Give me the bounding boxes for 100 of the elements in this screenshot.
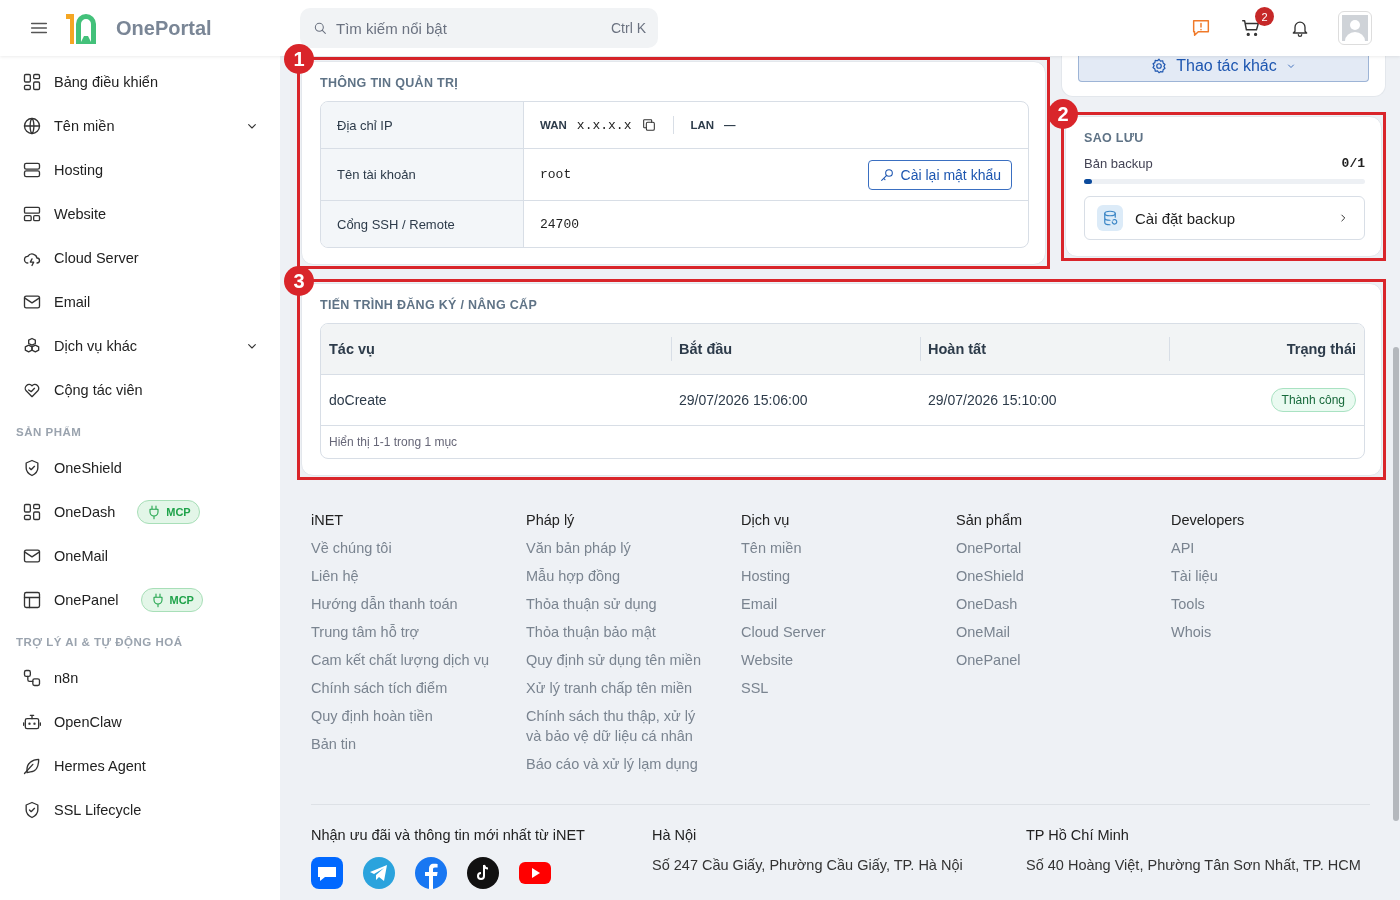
footer-link[interactable]: Thỏa thuận bảo mật [526, 622, 711, 642]
footer-link[interactable]: Hướng dẫn thanh toán [311, 594, 496, 614]
table-cell: 29/07/2026 15:10:00 [920, 374, 1169, 425]
column-header: Trạng thái [1169, 324, 1364, 374]
footer-link[interactable]: OnePanel [956, 650, 1141, 670]
sidebar-item[interactable]: Bảng điều khiển [0, 60, 280, 104]
footer-link[interactable]: Website [741, 650, 926, 670]
wan-address: x.x.x.x [576, 117, 632, 133]
office-address: Số 40 Hoàng Việt, Phường Tân Sơn Nhất, TP. HCM [1026, 857, 1362, 873]
sidebar-item-label: Cloud Server [54, 250, 139, 266]
backup-setup-button[interactable]: Cài đặt backup [1084, 196, 1365, 240]
footer-heading: Sản phẩm [956, 512, 1024, 528]
card-title: SAO LƯU [1084, 131, 1145, 145]
backup-count: 0/1 [1341, 156, 1365, 171]
sidebar-section-heading: TRỢ LÝ AI & TỰ ĐỘNG HOÁ [15, 635, 184, 651]
footer-link[interactable]: Thỏa thuận sử dụng [526, 594, 711, 614]
sidebar-item-label: Tên miền [54, 118, 115, 134]
footer-link[interactable]: SSL [741, 678, 926, 698]
sidebar-item[interactable]: Cloud Server [0, 236, 280, 280]
sidebar-item[interactable]: OneMail [0, 534, 280, 578]
backup-label: Bản backup [1084, 156, 1153, 171]
footer-link[interactable]: Whois [1171, 622, 1356, 642]
sidebar-item[interactable]: Dịch vụ khác [0, 324, 280, 368]
annotation-marker: 3 [284, 266, 314, 296]
status-badge: Thành công [1270, 388, 1356, 412]
sidebar-item-label: OneDash [54, 504, 116, 520]
footer-link[interactable]: Chính sách tích điểm [311, 678, 496, 698]
sidebar-item[interactable]: OnePanel MCP [0, 578, 280, 622]
office-city: Hà Nội [652, 827, 698, 843]
footer-link[interactable]: Tools [1171, 594, 1356, 614]
footer-link[interactable]: Văn bản pháp lý [526, 538, 711, 558]
footer-link[interactable]: Chính sách thu thập, xử lý và bảo vệ dữ liệu cá nhân [526, 706, 711, 746]
footer-link[interactable]: Bản tin [311, 734, 496, 754]
mcp-badge: MCP [140, 588, 203, 612]
sidebar-item-label: Bảng điều khiển [54, 74, 158, 90]
sidebar-item[interactable]: Cộng tác viên [0, 368, 280, 412]
card-title: TIẾN TRÌNH ĐĂNG KÝ / NÂNG CẤP [320, 298, 539, 312]
footer-link[interactable]: Quy định sử dụng tên miền [526, 650, 711, 670]
footer-link[interactable]: Trung tâm hỗ trợ [311, 622, 496, 642]
footer-link[interactable]: Mẫu hợp đồng [526, 566, 711, 586]
sidebar-item[interactable]: Website [0, 192, 280, 236]
shortcut-hint: Ctrl K [611, 20, 646, 36]
field-value: root [540, 167, 572, 182]
lan-label: LAN [690, 119, 715, 131]
footer-link[interactable]: OneShield [956, 566, 1141, 586]
column-header: Bắt đầu [671, 324, 920, 374]
newsletter-text: Nhận ưu đãi và thông tin mới nhất từ iNET [311, 827, 586, 843]
column-header: Hoàn tất [920, 324, 1169, 374]
footer-link[interactable]: Liên hệ [311, 566, 496, 586]
more-actions-button[interactable]: Thao tác khác [1078, 56, 1369, 82]
sidebar-item-label: OneMail [54, 548, 108, 564]
annotation-marker: 2 [1048, 99, 1078, 129]
footer-link[interactable]: Báo cáo và xử lý lạm dụng [526, 754, 711, 774]
footer-link[interactable]: Về chúng tôi [311, 538, 496, 558]
sidebar-item-label: Hosting [54, 162, 104, 178]
office-city: TP Hồ Chí Minh [1026, 827, 1130, 843]
sidebar-item-label: Hermes Agent [54, 758, 146, 774]
sidebar-item[interactable]: Hosting [0, 148, 280, 192]
footer-link[interactable]: API [1171, 538, 1356, 558]
sidebar-item-label: n8n [54, 670, 79, 686]
sidebar-item-label: OpenClaw [54, 714, 122, 730]
footer-link[interactable]: Cam kết chất lượng dịch vụ [311, 650, 496, 670]
footer-link[interactable]: Quy định hoàn tiền [311, 706, 496, 726]
reset-password-button[interactable]: Cài lại mật khẩu [867, 159, 1012, 190]
field-label: Tên tài khoản [321, 149, 524, 200]
field-label: Địa chỉ IP [321, 102, 524, 148]
sidebar-item[interactable]: OneShield [0, 446, 280, 490]
sidebar-item-label: OnePanel [54, 592, 119, 608]
sidebar-section-heading: SẢN PHẨM [15, 425, 83, 440]
cart-count-badge: 2 [1255, 7, 1274, 26]
footer-link[interactable]: Tên miền [741, 538, 926, 558]
footer-link[interactable]: Email [741, 594, 926, 614]
footer-link[interactable]: Cloud Server [741, 622, 926, 642]
mcp-badge: MCP [137, 500, 200, 524]
sidebar-item-label: Cộng tác viên [54, 382, 143, 398]
sidebar-item-label: OneShield [54, 460, 122, 476]
sidebar-item[interactable]: Email [0, 280, 280, 324]
footer-link[interactable]: Xử lý tranh chấp tên miền [526, 678, 711, 698]
footer-link[interactable]: Tài liệu [1171, 566, 1356, 586]
footer-link[interactable]: OnePortal [956, 538, 1141, 558]
sidebar-item-label: Email [54, 294, 91, 310]
sidebar-item[interactable]: SSL Lifecycle [0, 788, 280, 832]
sidebar-item[interactable]: OpenClaw [0, 700, 280, 744]
footer-link[interactable]: OneMail [956, 622, 1141, 642]
card-title: THÔNG TIN QUẢN TRỊ [320, 76, 460, 90]
sidebar-item-label: Website [54, 206, 107, 222]
table-cell: 29/07/2026 15:06:00 [671, 374, 920, 425]
sidebar-item[interactable]: n8n [0, 656, 280, 700]
wan-label: WAN [540, 119, 567, 131]
sidebar-item[interactable]: OneDash MCP [0, 490, 280, 534]
table-cell: doCreate [321, 374, 671, 425]
sidebar-item-label: SSL Lifecycle [54, 802, 142, 818]
footer-link[interactable]: OneDash [956, 594, 1141, 614]
office-address: Số 247 Cầu Giấy, Phường Cầu Giấy, TP. Hà Nội [652, 857, 964, 873]
lan-address: — [724, 119, 736, 131]
sidebar-item[interactable]: Hermes Agent [0, 744, 280, 788]
column-header: Tác vụ [321, 324, 671, 374]
footer-heading: Developers [1171, 512, 1246, 528]
footer-link[interactable]: Hosting [741, 566, 926, 586]
sidebar-item[interactable]: Tên miền [0, 104, 280, 148]
